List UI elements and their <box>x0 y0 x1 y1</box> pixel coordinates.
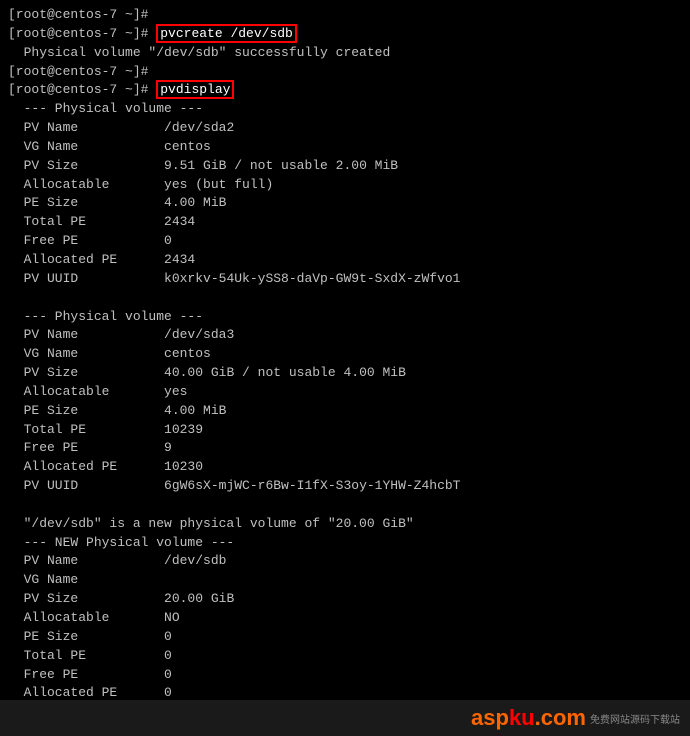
terminal-line: [root@centos-7 ~]# pvcreate /dev/sdb <box>8 25 682 44</box>
terminal-line <box>8 289 682 308</box>
terminal-line: PV Size 20.00 GiB <box>8 590 682 609</box>
terminal-line: --- NEW Physical volume --- <box>8 534 682 553</box>
logo-asp: asp <box>471 705 509 730</box>
terminal-line <box>8 496 682 515</box>
terminal: [root@centos-7 ~]#[root@centos-7 ~]# pvc… <box>0 0 690 700</box>
terminal-line: VG Name centos <box>8 138 682 157</box>
logo-com: com <box>541 705 586 730</box>
terminal-line: [root@centos-7 ~]# <box>8 6 682 25</box>
terminal-line: Allocatable yes (but full) <box>8 176 682 195</box>
terminal-line: Allocated PE 2434 <box>8 251 682 270</box>
terminal-line: [root@centos-7 ~]# pvdisplay <box>8 81 682 100</box>
terminal-line: PV Name /dev/sda2 <box>8 119 682 138</box>
terminal-line: PE Size 0 <box>8 628 682 647</box>
terminal-line: Allocatable yes <box>8 383 682 402</box>
terminal-line: Total PE 10239 <box>8 421 682 440</box>
terminal-line: PV Name /dev/sda3 <box>8 326 682 345</box>
terminal-line: Physical volume "/dev/sdb" successfully … <box>8 44 682 63</box>
terminal-line: PV UUID 6gW6sX-mjWC-r6Bw-I1fX-S3oy-1YHW-… <box>8 477 682 496</box>
terminal-line: Free PE 0 <box>8 666 682 685</box>
terminal-line: --- Physical volume --- <box>8 100 682 119</box>
terminal-line: PV Size 40.00 GiB / not usable 4.00 MiB <box>8 364 682 383</box>
terminal-line: PV UUID k0xrkv-54Uk-ySS8-daVp-GW9t-SxdX-… <box>8 270 682 289</box>
terminal-line: PV Size 9.51 GiB / not usable 2.00 MiB <box>8 157 682 176</box>
bottom-bar: aspku.com 免费网站源码下载站 <box>0 700 690 736</box>
terminal-line: Free PE 9 <box>8 439 682 458</box>
aspku-logo: aspku.com <box>471 705 586 731</box>
terminal-line: PV Name /dev/sdb <box>8 552 682 571</box>
terminal-line: [root@centos-7 ~]# <box>8 63 682 82</box>
terminal-line: Total PE 2434 <box>8 213 682 232</box>
terminal-line: VG Name <box>8 571 682 590</box>
terminal-line: VG Name centos <box>8 345 682 364</box>
terminal-line: PE Size 4.00 MiB <box>8 194 682 213</box>
terminal-line: --- Physical volume --- <box>8 308 682 327</box>
terminal-line: Allocatable NO <box>8 609 682 628</box>
terminal-line: Free PE 0 <box>8 232 682 251</box>
terminal-line: "/dev/sdb" is a new physical volume of "… <box>8 515 682 534</box>
logo-ku: ku <box>509 705 535 730</box>
terminal-line: Total PE 0 <box>8 647 682 666</box>
terminal-line: PE Size 4.00 MiB <box>8 402 682 421</box>
terminal-line: Allocated PE 0 <box>8 684 682 700</box>
terminal-line: Allocated PE 10230 <box>8 458 682 477</box>
logo-subtitle: 免费网站源码下载站 <box>590 711 680 726</box>
